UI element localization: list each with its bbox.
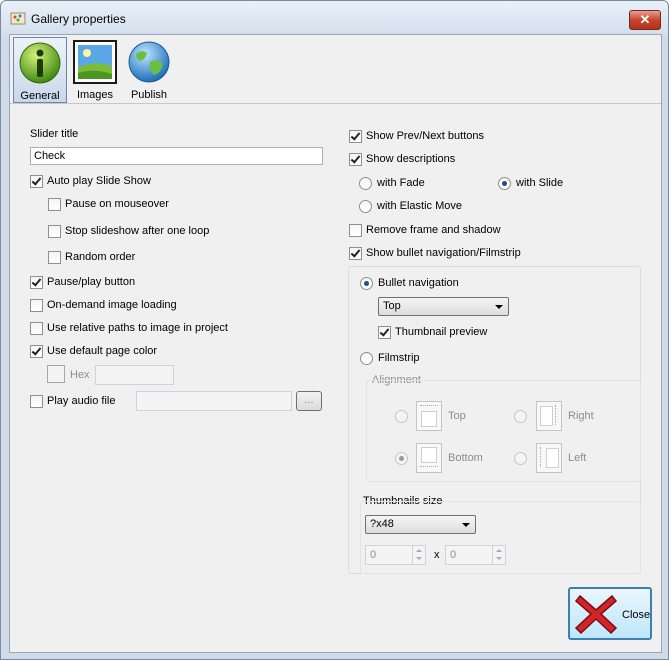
- audio-file-input[interactable]: [136, 391, 292, 411]
- with-slide-radio[interactable]: [498, 177, 511, 190]
- tab-images[interactable]: Images: [69, 37, 121, 101]
- auto-play-checkbox[interactable]: [30, 175, 43, 188]
- filmstrip-radio[interactable]: [360, 352, 373, 365]
- align-left-label: Left: [568, 452, 587, 464]
- align-right-label: Right: [568, 410, 594, 422]
- thumb-width-value: 0: [370, 549, 377, 561]
- random-order-checkbox[interactable]: [48, 251, 61, 264]
- show-prev-next-label: Show Prev/Next buttons: [366, 130, 485, 142]
- tab-publish[interactable]: Publish: [123, 37, 175, 101]
- with-slide-label: with Slide: [516, 177, 564, 189]
- title-bar[interactable]: Gallery properties ✕: [1, 1, 668, 35]
- thumbnails-size-select[interactable]: ?x48: [365, 515, 476, 534]
- arrow-down-icon: [416, 557, 422, 560]
- thumb-height-value: 0: [450, 549, 457, 561]
- align-bottom-label: Bottom: [448, 452, 483, 464]
- auto-play-label: Auto play Slide Show: [47, 175, 151, 187]
- remove-frame-checkbox[interactable]: [349, 224, 362, 237]
- arrow-up-icon: [416, 549, 422, 552]
- slider-title-label: Slider title: [30, 128, 79, 140]
- size-x-label: x: [434, 549, 440, 561]
- thumb-width-spin-buttons[interactable]: [412, 546, 425, 564]
- align-top-radio[interactable]: [395, 410, 408, 423]
- stop-after-loop-checkbox[interactable]: [48, 225, 61, 238]
- play-audio-label: Play audio file: [47, 395, 116, 407]
- with-fade-radio[interactable]: [359, 177, 372, 190]
- align-bottom-radio[interactable]: [395, 452, 408, 465]
- close-icon: [574, 594, 618, 635]
- bullet-position-select[interactable]: Top: [378, 297, 509, 316]
- tab-general[interactable]: General: [13, 37, 67, 103]
- slider-title-input[interactable]: Check: [30, 147, 323, 165]
- alignment-group: [366, 380, 641, 482]
- show-descriptions-label: Show descriptions: [366, 153, 456, 165]
- pause-play-button-label: Pause/play button: [47, 276, 136, 288]
- align-right-thumbnail-icon: [536, 401, 562, 431]
- thumbnail-preview-checkbox[interactable]: [378, 326, 391, 339]
- show-prev-next-checkbox[interactable]: [349, 130, 362, 143]
- thumb-width-stepper[interactable]: 0: [365, 545, 426, 565]
- default-page-color-label: Use default page color: [47, 345, 158, 357]
- hex-input[interactable]: [95, 365, 174, 385]
- close-button[interactable]: Close: [568, 587, 652, 640]
- tab-general-label: General: [20, 90, 60, 102]
- thumbnails-size-value: ?x48: [370, 518, 394, 530]
- relative-paths-checkbox[interactable]: [30, 322, 43, 335]
- align-bottom-thumbnail-icon: [416, 443, 442, 473]
- filmstrip-label: Filmstrip: [378, 352, 420, 364]
- close-button-label: Close: [622, 609, 651, 621]
- with-fade-label: with Fade: [377, 177, 425, 189]
- bullet-navigation-label: Bullet navigation: [378, 277, 459, 289]
- show-bullet-nav-label: Show bullet navigation/Filmstrip: [366, 247, 521, 259]
- align-top-thumbnail-icon: [416, 401, 442, 431]
- relative-paths-label: Use relative paths to image in project: [47, 322, 228, 334]
- category-toolbar: General Images Publish: [10, 35, 661, 104]
- align-top-label: Top: [448, 410, 466, 422]
- info-icon: [19, 42, 61, 84]
- gallery-app-icon: [10, 12, 26, 25]
- bullet-navigation-radio[interactable]: [360, 277, 373, 290]
- with-elastic-radio[interactable]: [359, 200, 372, 213]
- tab-publish-label: Publish: [130, 89, 168, 101]
- window-close-button[interactable]: ✕: [629, 10, 661, 30]
- with-elastic-label: with Elastic Move: [377, 200, 462, 212]
- gallery-properties-window: Gallery properties ✕ General Images Publ…: [0, 0, 669, 660]
- stop-after-loop-label: Stop slideshow after one loop: [65, 225, 210, 237]
- chevron-down-icon: [495, 305, 503, 309]
- on-demand-loading-label: On-demand image loading: [47, 299, 177, 311]
- random-order-label: Random order: [65, 251, 136, 263]
- play-audio-checkbox[interactable]: [30, 395, 43, 408]
- window-title: Gallery properties: [31, 12, 126, 26]
- browse-audio-button[interactable]: ...: [296, 391, 322, 411]
- on-demand-loading-checkbox[interactable]: [30, 299, 43, 312]
- align-left-thumbnail-icon: [536, 443, 562, 473]
- align-left-radio[interactable]: [514, 452, 527, 465]
- pause-play-button-checkbox[interactable]: [30, 276, 43, 289]
- show-descriptions-checkbox[interactable]: [349, 153, 362, 166]
- remove-frame-label: Remove frame and shadow: [366, 224, 501, 236]
- color-swatch[interactable]: [47, 365, 65, 383]
- dialog-client-area: General Images Publish Slider title Chec…: [9, 34, 662, 653]
- arrow-up-icon: [496, 549, 502, 552]
- align-right-radio[interactable]: [514, 410, 527, 423]
- hex-label: Hex: [70, 369, 90, 381]
- thumb-height-stepper[interactable]: 0: [445, 545, 506, 565]
- arrow-down-icon: [496, 557, 502, 560]
- globe-icon: [128, 41, 170, 83]
- tab-images-label: Images: [76, 89, 114, 101]
- thumb-height-spin-buttons[interactable]: [492, 546, 505, 564]
- chevron-down-icon: [462, 523, 470, 527]
- image-icon: [73, 40, 117, 84]
- show-bullet-nav-checkbox[interactable]: [349, 247, 362, 260]
- bullet-position-value: Top: [383, 300, 401, 312]
- pause-mouseover-checkbox[interactable]: [48, 198, 61, 211]
- default-page-color-checkbox[interactable]: [30, 345, 43, 358]
- thumbnail-preview-label: Thumbnail preview: [395, 326, 488, 338]
- pause-mouseover-label: Pause on mouseover: [65, 198, 169, 210]
